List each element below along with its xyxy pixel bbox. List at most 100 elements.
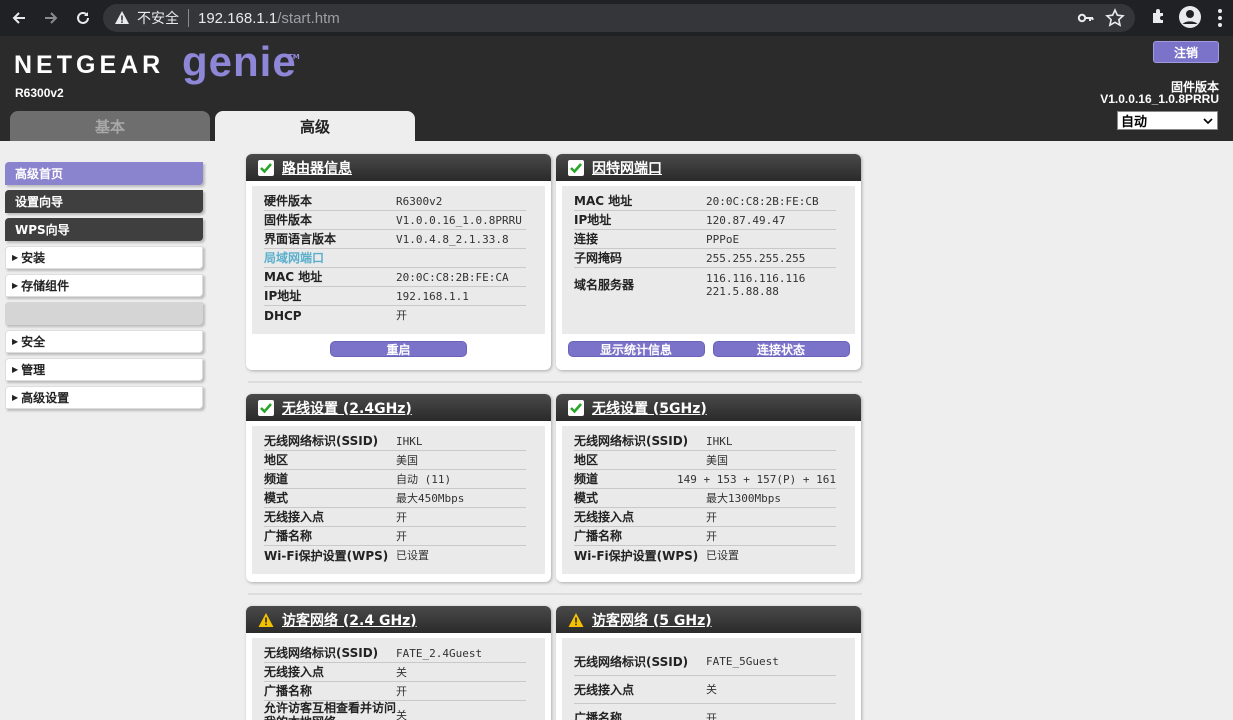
internet-port-title[interactable]: 因特网端口 [592,158,662,178]
table-row: 广播名称 开 [574,704,836,720]
genie-header: NETGEAR genie TM R6300v2 基本 高级 注销 固件版本 V… [0,36,1233,141]
sidebar-item-wps-wizard[interactable]: WPS向导 [5,218,203,241]
table-row: MAC 地址 20:0C:C8:2B:FE:CA [264,268,526,287]
row-key: 无线接入点 [574,682,635,697]
extensions-icon[interactable] [1149,6,1169,30]
row-key: 频道 [574,472,599,486]
address-separator [188,9,189,27]
row-value: V1.0.0.16_1.0.8PRRU [396,213,522,227]
row-value: IHKL [706,434,733,448]
sidebar-item-blank[interactable] [5,302,203,325]
language-select[interactable]: 自动 [1117,111,1218,130]
table-row: 无线接入点 开 [574,508,836,527]
row-key: 广播名称 [264,684,313,698]
reload-icon[interactable] [70,5,96,31]
row-value: 192.168.1.1 [396,289,469,303]
triangle-right-icon: ▶ [12,253,19,262]
address-bar[interactable]: 不安全 192.168.1.1/start.htm [103,4,1135,32]
row-key: 无线接入点 [264,665,325,679]
wireless-24-panel: 无线设置 (2.4GHz) 无线网络标识(SSID) IHKL 地区 美国 频道 自动… [246,394,551,582]
row-key: DHCP [264,308,302,323]
table-row: 无线网络标识(SSID) FATE_5Guest [574,648,836,676]
row-value: 关 [396,708,407,720]
sidebar-item-advanced-home[interactable]: 高级首页 [5,162,203,185]
row-value: 120.87.49.47 [706,213,786,227]
row-value: FATE_2.4Guest [396,646,483,660]
panel-header: 路由器信息 [246,154,551,181]
wireless-5-panel: 无线设置 (5GHz) 无线网络标识(SSID) IHKL 地区 美国 频道 149 … [556,394,861,582]
row-key: 模式 [264,491,289,505]
sidebar-item-label: 设置向导 [15,195,64,209]
url-text[interactable]: 192.168.1.1/start.htm [198,10,340,27]
table-row: DHCP 开 [264,306,526,325]
table-row: 无线接入点 开 [264,508,526,527]
row-value: 美国 [396,453,418,467]
row-value: 开 [396,684,407,698]
connection-status-button[interactable]: 连接状态 [712,341,850,357]
router-info-title[interactable]: 路由器信息 [282,158,352,178]
sidebar-item-administration[interactable]: ▶ 管理 [5,358,203,381]
guest-5-title[interactable]: 访客网络 (5 GHz) [592,610,712,630]
table-row: 硬件版本 R6300v2 [264,192,526,211]
row-key: 模式 [574,491,599,505]
panel-header: 访客网络 (5 GHz) [556,606,861,633]
panel-header: 访客网络 (2.4 GHz) [246,606,551,633]
wireless-5-title[interactable]: 无线设置 (5GHz) [592,398,707,418]
row-key: 无线网络标识(SSID) [264,646,379,660]
table-row: 无线网络标识(SSID) IHKL [574,432,836,451]
sidebar-item-label: 管理 [21,363,46,377]
back-icon[interactable] [6,5,32,31]
row-key: 广播名称 [574,529,623,543]
wireless-24-title[interactable]: 无线设置 (2.4GHz) [282,398,412,418]
table-row: Wi-Fi保护设置(WPS) 已设置 [264,546,526,565]
row-value-multi: 116.116.116.116 221.5.88.88 [706,272,805,298]
table-row: IP地址 192.168.1.1 [264,287,526,306]
row-key: 硬件版本 [264,194,313,208]
row-key: 域名服务器 [574,278,635,292]
sidebar-item-setup[interactable]: ▶ 安装 [5,246,203,269]
guest-5-panel: 访客网络 (5 GHz) 无线网络标识(SSID) FATE_5Guest 无线接… [556,606,861,720]
guest-5-table: 无线网络标识(SSID) FATE_5Guest 无线接入点 关 广播名称 开 [562,638,855,720]
menu-dots-icon[interactable] [1217,8,1223,32]
sidebar-item-label: 高级首页 [15,167,64,181]
tab-basic[interactable]: 基本 [10,111,210,141]
row-value: PPPoE [706,232,740,246]
sidebar-item-security[interactable]: ▶ 安全 [5,330,203,353]
row-key: 频道 [264,472,289,486]
language-value: 自动 [1121,115,1148,130]
sidebar-item-advanced-setup[interactable]: ▶ 高级设置 [5,386,203,409]
table-row: 无线接入点 关 [574,676,836,704]
row-key: MAC 地址 [264,270,323,284]
warning-icon[interactable] [113,9,131,27]
row-key: 子网掩码 [574,251,623,265]
wireless-24-table: 无线网络标识(SSID) IHKL 地区 美国 频道 自动 (11) 模式 最大450M… [252,426,545,574]
sidebar-item-usb-storage[interactable]: ▶ 存储组件 [5,274,203,297]
dns-secondary: 221.5.88.88 [706,285,779,298]
key-icon[interactable] [1077,9,1095,31]
star-icon[interactable] [1105,8,1125,32]
row-key: Wi-Fi保护设置(WPS) [574,548,699,563]
profile-icon[interactable] [1178,5,1202,33]
row-value: 美国 [706,453,728,467]
table-row: 域名服务器 116.116.116.116 221.5.88.88 [574,268,836,302]
reboot-button[interactable]: 重启 [330,341,467,357]
forward-icon[interactable] [38,5,64,31]
router-info-panel: 路由器信息 硬件版本 R6300v2 固件版本 V1.0.0.16_1.0.8PRR… [246,154,551,370]
row-value: 关 [396,665,407,679]
panel-buttons: 重启 [246,334,551,363]
check-icon [568,399,584,416]
row-value: 关 [706,683,717,696]
security-label[interactable]: 不安全 [137,8,179,28]
show-statistics-button[interactable]: 显示统计信息 [567,341,705,357]
table-row: 频道 149 + 153 + 157(P) + 161 [574,470,836,489]
guest-24-title[interactable]: 访客网络 (2.4 GHz) [282,610,417,630]
sidebar-item-setup-wizard[interactable]: 设置向导 [5,190,203,213]
row-value: 开 [706,510,717,524]
logout-button[interactable]: 注销 [1153,41,1219,63]
row-key: IP地址 [264,289,302,303]
panel-buttons: 显示统计信息 连接状态 [556,334,861,363]
trademark: TM [288,53,300,61]
dns-primary: 116.116.116.116 [706,272,806,285]
row-value: 开 [396,510,407,524]
tab-advanced[interactable]: 高级 [215,111,415,141]
